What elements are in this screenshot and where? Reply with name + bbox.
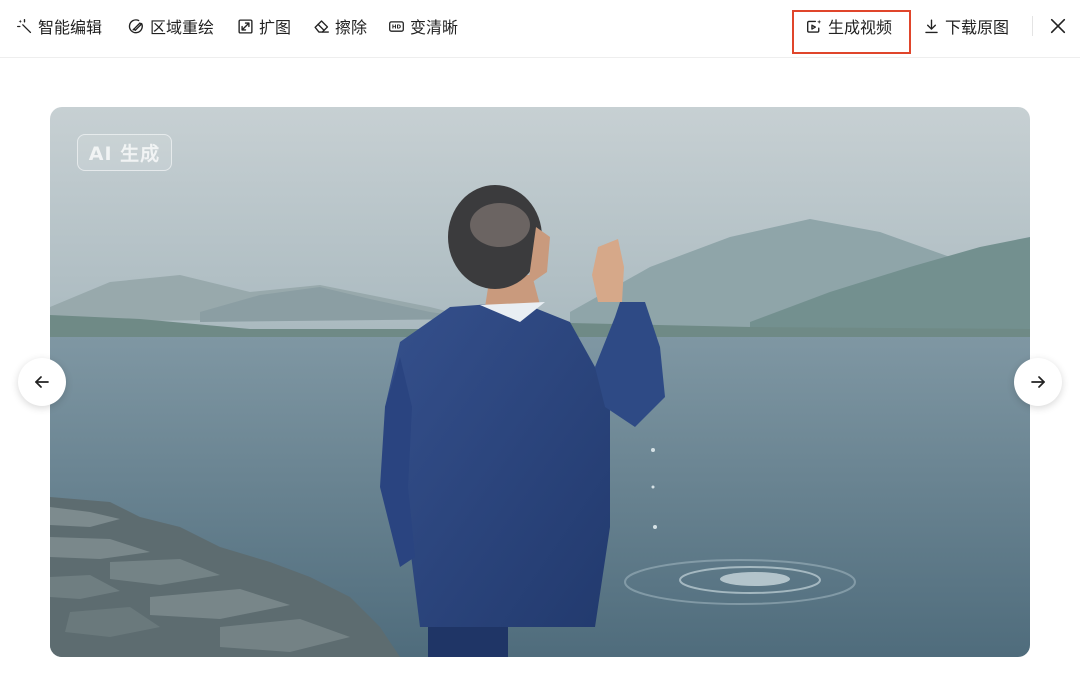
top-toolbar: 智能编辑 区域重绘 扩图 擦除 HD 变清晰 生成视频 下载原图 [0, 0, 1080, 58]
expand-image-label: 扩图 [259, 18, 292, 37]
expand-image-button[interactable]: 扩图 [237, 10, 291, 42]
close-icon [1050, 18, 1066, 34]
enhance-clarity-label: 变清晰 [410, 18, 459, 37]
previous-image-button[interactable] [18, 358, 66, 406]
next-image-button[interactable] [1014, 358, 1062, 406]
generate-video-button[interactable]: 生成视频 [806, 10, 892, 42]
generate-video-label: 生成视频 [828, 18, 893, 37]
arrow-left-icon [35, 376, 49, 388]
toolbar-divider [1032, 16, 1033, 36]
arrow-right-icon [1031, 376, 1045, 388]
video-sparkle-icon [807, 19, 822, 33]
smart-edit-label: 智能编辑 [38, 18, 103, 37]
smart-edit-button[interactable]: 智能编辑 [16, 10, 102, 42]
eraser-icon [314, 19, 329, 33]
ai-generated-badge: AI 生成 [77, 134, 172, 171]
close-button[interactable] [1044, 12, 1072, 40]
download-original-label: 下载原图 [945, 18, 1010, 37]
region-redraw-button[interactable]: 区域重绘 [128, 10, 214, 42]
hd-icon: HD [389, 20, 404, 32]
erase-button[interactable]: 擦除 [313, 10, 367, 42]
region-redraw-label: 区域重绘 [150, 18, 215, 37]
svg-text:HD: HD [392, 24, 402, 30]
download-original-button[interactable]: 下载原图 [923, 10, 1009, 42]
lake-scene-illustration [50, 107, 1030, 657]
expand-icon [238, 18, 253, 34]
brush-circle-icon [128, 18, 143, 33]
erase-label: 擦除 [335, 18, 368, 37]
download-icon [925, 18, 938, 33]
magic-wand-icon [17, 18, 32, 33]
generated-image: AI 生成 [50, 107, 1030, 657]
enhance-clarity-button[interactable]: HD 变清晰 [388, 10, 458, 42]
